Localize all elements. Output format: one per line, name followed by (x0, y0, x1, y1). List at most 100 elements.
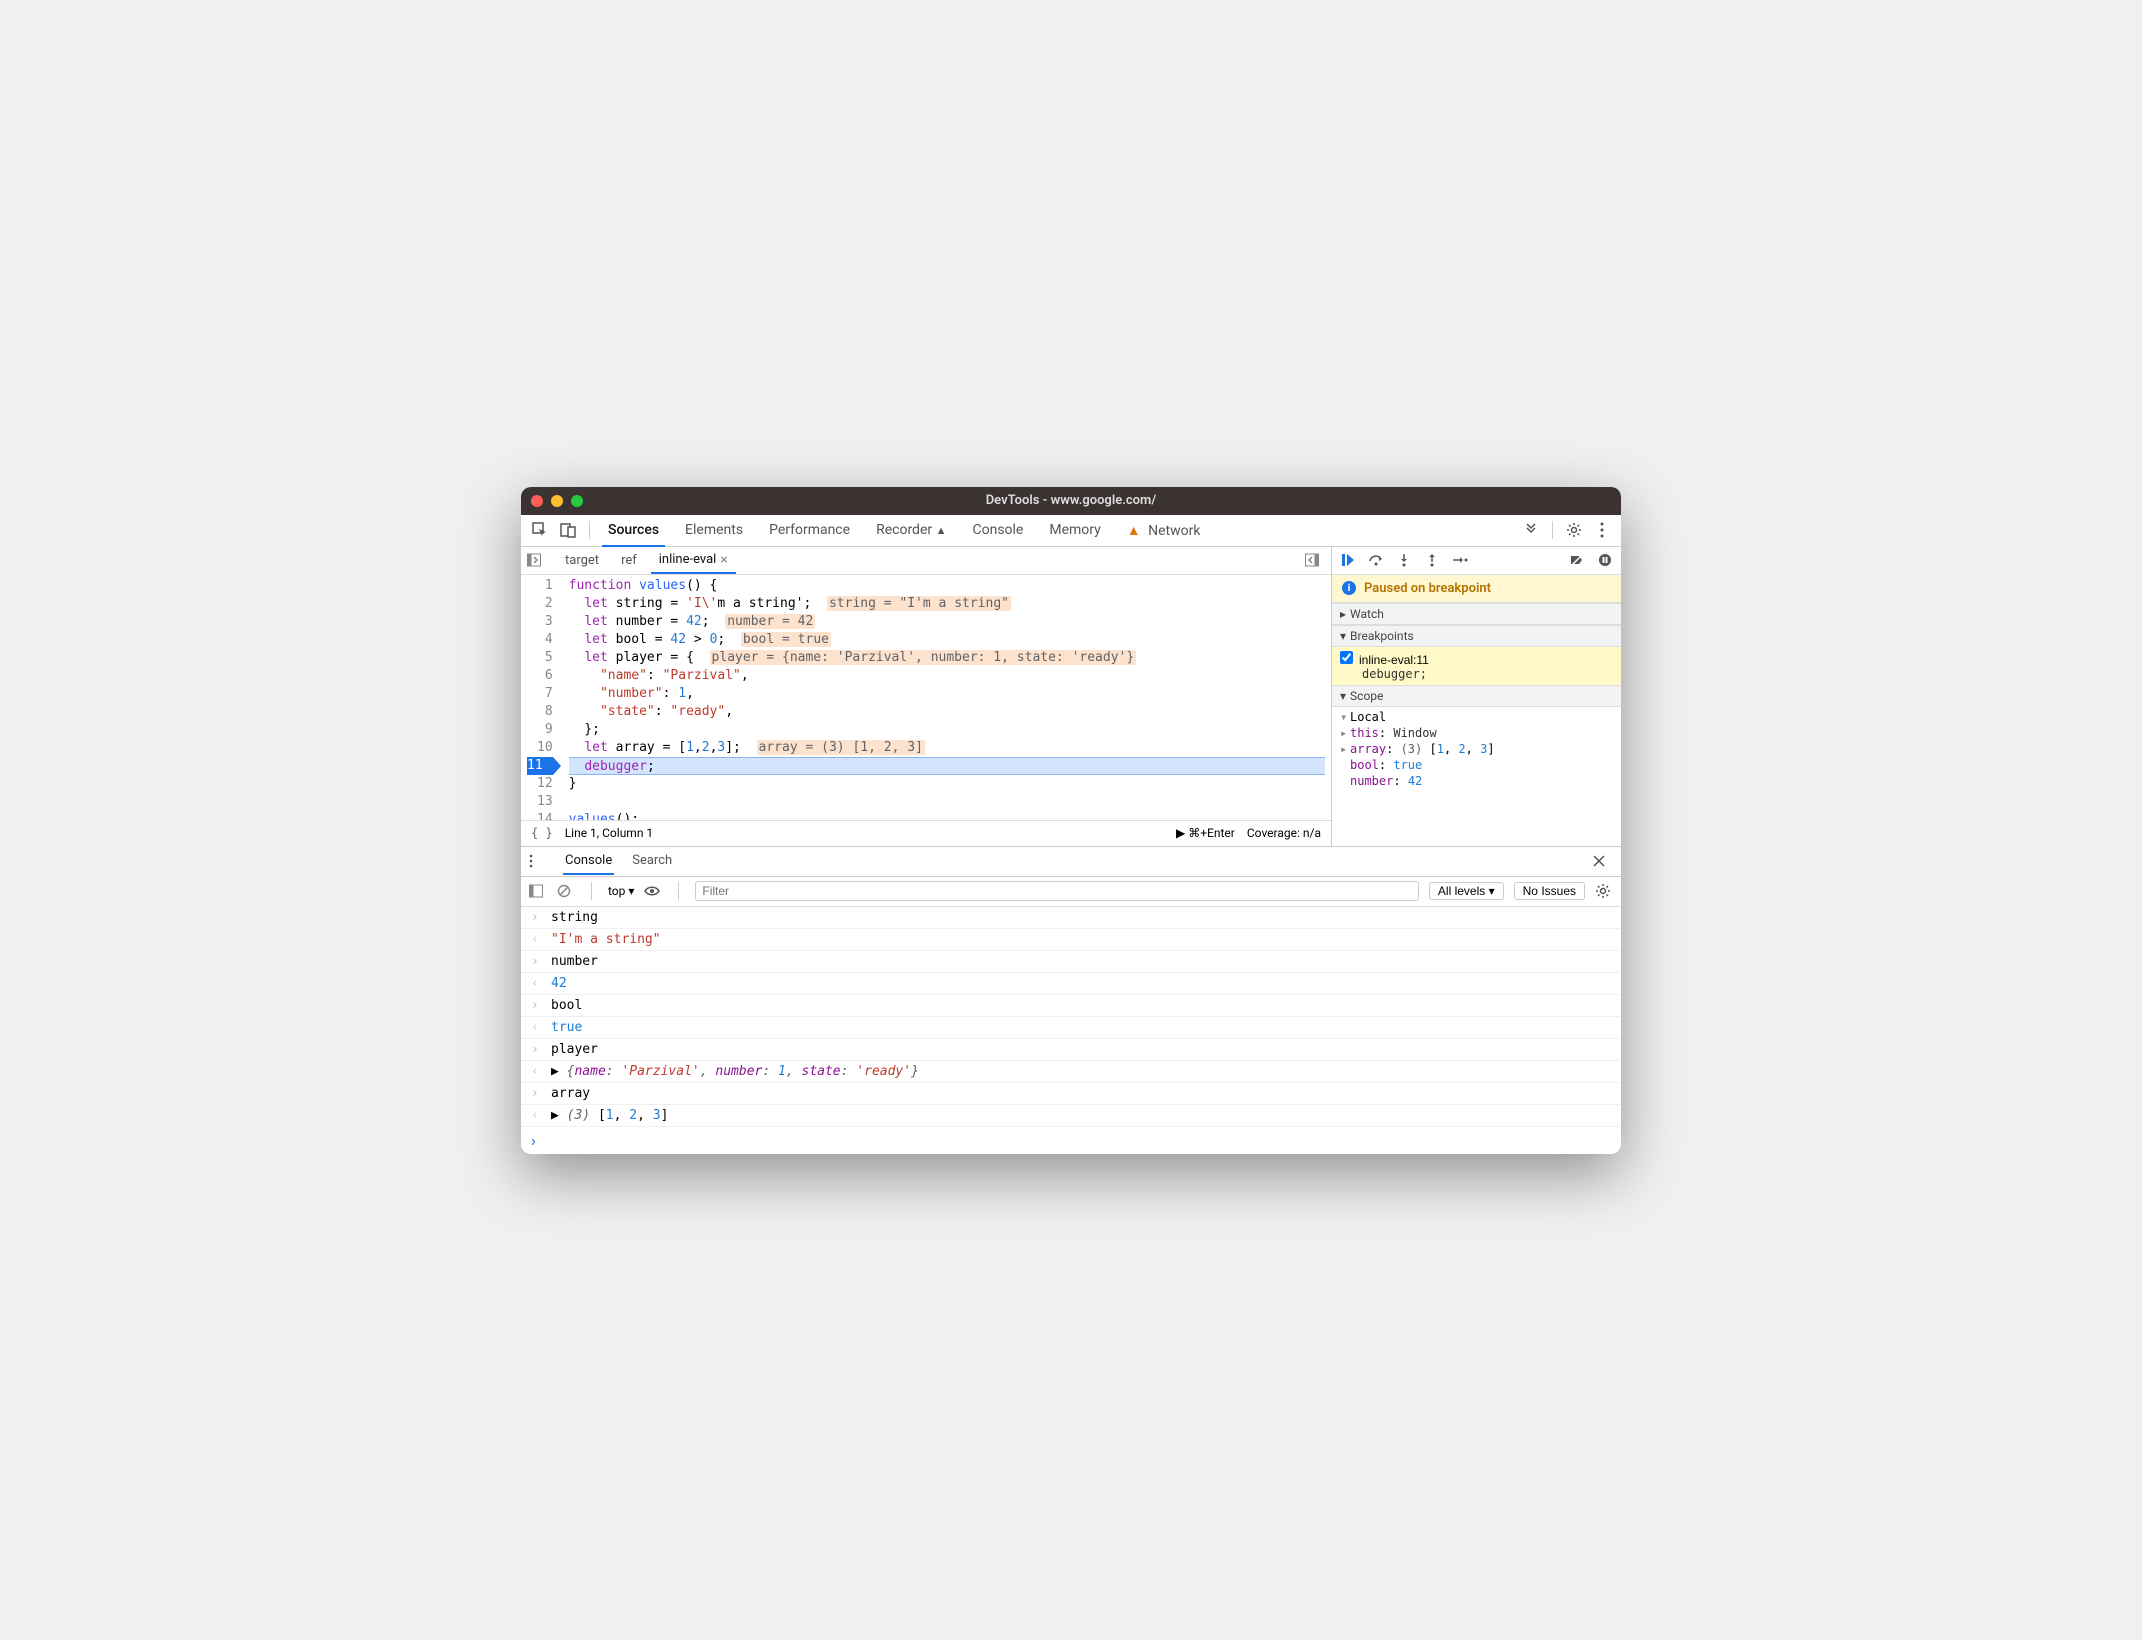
console-input-row: ›number (521, 951, 1621, 973)
inspect-element-icon[interactable] (527, 517, 553, 543)
scope-local-header[interactable]: ▾Local (1332, 709, 1621, 725)
titlebar: DevTools - www.google.com/ (521, 487, 1621, 515)
step-out-button[interactable] (1422, 550, 1442, 570)
code-line[interactable]: function values() { (569, 577, 1325, 595)
device-toolbar-icon[interactable] (555, 517, 581, 543)
console-output-row: ‹true (521, 1017, 1621, 1039)
pause-on-exceptions-button[interactable] (1595, 550, 1615, 570)
breakpoints-section-header[interactable]: ▾ Breakpoints (1332, 625, 1621, 647)
console-input-row: ›bool (521, 995, 1621, 1017)
deactivate-breakpoints-button[interactable] (1567, 550, 1587, 570)
file-tab-inline-eval[interactable]: inline-eval × (651, 548, 736, 574)
console-output: ›string‹"I'm a string"›number‹42›bool‹tr… (521, 907, 1621, 1127)
separator (591, 882, 592, 900)
paused-banner: i Paused on breakpoint (1332, 575, 1621, 603)
context-selector[interactable]: top ▾ (608, 884, 634, 898)
close-window-button[interactable] (531, 495, 543, 507)
tab-network[interactable]: ▲ Network (1123, 516, 1205, 545)
code-line[interactable]: "state": "ready", (569, 703, 1325, 721)
zoom-window-button[interactable] (571, 495, 583, 507)
more-options-icon[interactable] (1589, 517, 1615, 543)
panel-tabs: Sources Elements Performance Recorder ▲ Cons… (598, 516, 1516, 545)
code-line[interactable]: let string = 'I\'m a string'; string = "… (569, 595, 1325, 613)
code-line[interactable]: }; (569, 721, 1325, 739)
close-drawer-icon[interactable] (1593, 855, 1613, 867)
close-tab-icon[interactable]: × (720, 552, 727, 568)
file-tabs: targetrefinline-eval × (521, 547, 1331, 575)
drawer-tab-console[interactable]: Console (563, 848, 614, 875)
scope-section-header[interactable]: ▾ Scope (1332, 685, 1621, 707)
live-expression-icon[interactable] (644, 885, 662, 897)
file-tab-ref[interactable]: ref (613, 548, 645, 573)
scope-variable[interactable]: ▸array: (3) [1, 2, 3] (1332, 741, 1621, 757)
show-debugger-icon[interactable] (1305, 553, 1325, 567)
traffic-lights (531, 495, 583, 507)
tab-sources[interactable]: Sources (604, 516, 663, 545)
settings-icon[interactable] (1561, 517, 1587, 543)
scope-variable[interactable]: number: 42 (1332, 773, 1621, 789)
breakpoint-label: inline-eval:11 (1359, 653, 1429, 667)
drawer: Console Search top ▾ All levels ▾ No Issu… (521, 847, 1621, 1154)
breakpoint-checkbox[interactable] (1340, 651, 1353, 664)
tab-console[interactable]: Console (968, 516, 1027, 545)
console-settings-icon[interactable] (1595, 883, 1613, 899)
console-output-row: ‹▶ (3) [1, 2, 3] (521, 1105, 1621, 1127)
minimize-window-button[interactable] (551, 495, 563, 507)
code-line[interactable]: } (569, 775, 1325, 793)
code-line[interactable]: let bool = 42 > 0; bool = true (569, 631, 1325, 649)
issues-button[interactable]: No Issues (1514, 882, 1585, 900)
code-line[interactable] (569, 793, 1325, 811)
file-tab-target[interactable]: target (557, 548, 607, 573)
editor-area: targetrefinline-eval × 12345678910111213… (521, 547, 1331, 846)
tab-performance[interactable]: Performance (765, 516, 854, 545)
console-output-row: ‹"I'm a string" (521, 929, 1621, 951)
main-split: targetrefinline-eval × 12345678910111213… (521, 547, 1621, 847)
tab-recorder[interactable]: Recorder ▲ (872, 516, 950, 545)
devtools-window: DevTools - www.google.com/ Sources Elemen… (521, 487, 1621, 1154)
code-line[interactable]: let player = { player = {name: 'Parzival… (569, 649, 1325, 667)
paused-message: Paused on breakpoint (1364, 581, 1491, 596)
code-line[interactable]: values(); (569, 811, 1325, 820)
console-input-row: ›string (521, 907, 1621, 929)
drawer-menu-icon[interactable] (529, 854, 547, 868)
console-output-row: ‹▶ {name: 'Parzival', number: 1, state: … (521, 1061, 1621, 1083)
editor-status-bar: { } Line 1, Column 1 ▶ ⌘+Enter Coverage:… (521, 820, 1331, 846)
code-line[interactable]: let number = 42; number = 42 (569, 613, 1325, 631)
scope-variable[interactable]: ▸this: Window (1332, 725, 1621, 741)
code-line[interactable]: debugger; (569, 757, 1325, 775)
breakpoint-snippet: debugger; (1340, 667, 1613, 681)
step-over-button[interactable] (1366, 550, 1386, 570)
format-icon[interactable]: { } (531, 826, 553, 840)
filter-input[interactable] (695, 881, 1419, 901)
code-line[interactable]: "name": "Parzival", (569, 667, 1325, 685)
tab-memory[interactable]: Memory (1045, 516, 1104, 545)
code-line[interactable]: let array = [1,2,3]; array = (3) [1, 2, … (569, 739, 1325, 757)
separator (1552, 521, 1553, 539)
more-tabs-icon[interactable] (1518, 517, 1544, 543)
step-button[interactable] (1450, 550, 1470, 570)
window-title: DevTools - www.google.com/ (521, 493, 1621, 508)
main-toolbar: Sources Elements Performance Recorder ▲ Cons… (521, 515, 1621, 547)
code-line[interactable]: "number": 1, (569, 685, 1325, 703)
breakpoint-item[interactable]: inline-eval:11 debugger; (1332, 647, 1621, 685)
tab-elements[interactable]: Elements (681, 516, 747, 545)
console-input-row: ›array (521, 1083, 1621, 1105)
run-snippet-button[interactable]: ▶ ⌘+Enter (1176, 826, 1235, 840)
resume-button[interactable] (1338, 550, 1358, 570)
info-icon: i (1342, 581, 1356, 595)
log-levels-button[interactable]: All levels ▾ (1429, 882, 1504, 900)
code-editor[interactable]: 1234567891011121314 function values() { … (521, 575, 1331, 820)
console-sidebar-icon[interactable] (529, 884, 547, 898)
show-navigator-icon[interactable] (527, 553, 547, 567)
console-output-row: ‹42 (521, 973, 1621, 995)
console-input-row: ›player (521, 1039, 1621, 1061)
watch-section-header[interactable]: ▸ Watch (1332, 603, 1621, 625)
console-toolbar: top ▾ All levels ▾ No Issues (521, 877, 1621, 907)
console-prompt[interactable]: › (521, 1127, 1621, 1154)
separator (589, 521, 590, 539)
scope-variable[interactable]: bool: true (1332, 757, 1621, 773)
step-into-button[interactable] (1394, 550, 1414, 570)
debugger-sidebar: i Paused on breakpoint ▸ Watch ▾ Breakpo… (1331, 547, 1621, 846)
drawer-tab-search[interactable]: Search (630, 848, 674, 874)
clear-console-icon[interactable] (557, 884, 575, 898)
